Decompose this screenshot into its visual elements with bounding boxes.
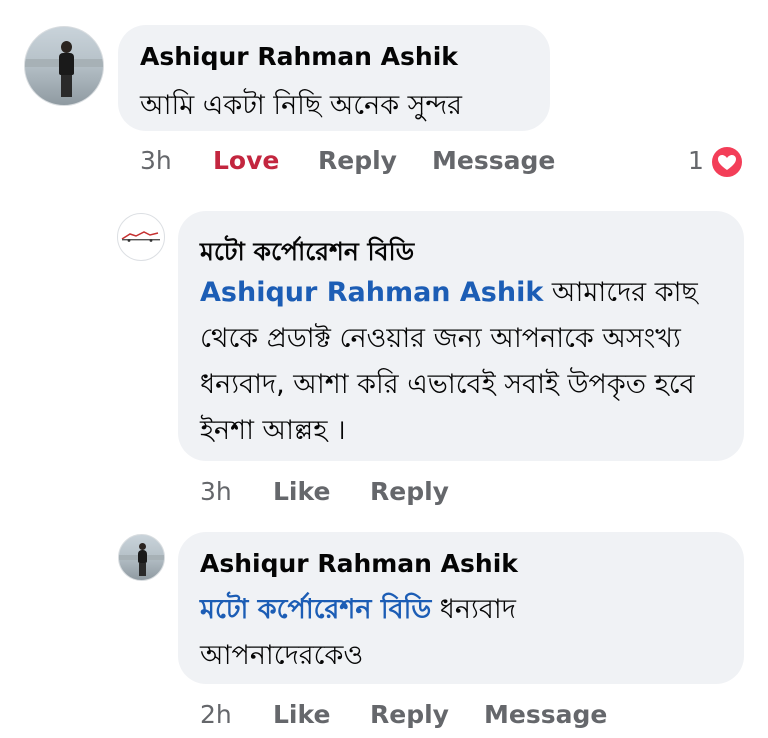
avatar-head	[61, 41, 72, 53]
reply-button[interactable]: Reply	[318, 146, 397, 175]
avatar-legs	[139, 563, 146, 576]
avatar-torso	[59, 53, 74, 75]
avatar-head	[139, 543, 146, 550]
comment-author[interactable]: মটো কর্পোরেশন বিডি	[200, 232, 414, 275]
comment-bubble: Ashiqur Rahman Ashik মটো কর্পোরেশন বিডি …	[178, 532, 744, 684]
comment-author[interactable]: Ashiqur Rahman Ashik	[200, 549, 518, 578]
reply-button[interactable]: Reply	[370, 477, 449, 506]
comment-text: আমি একটা নিছি অনেক সুন্দর	[140, 90, 463, 121]
comment-text: Ashiqur Rahman Ashik আমাদের কাছ থেকে প্র…	[200, 270, 730, 454]
avatar-legs	[61, 75, 72, 97]
comment-time[interactable]: 2h	[200, 700, 232, 729]
like-button[interactable]: Like	[273, 477, 330, 506]
comment-bubble: Ashiqur Rahman Ashik আমি একটা নিছি অনেক …	[118, 25, 550, 131]
reaction-count[interactable]: 1	[688, 146, 704, 175]
comment-text: মটো কর্পোরেশন বিডি ধন্যবাদ আপনাদেরকেও	[200, 587, 620, 679]
comment-time[interactable]: 3h	[140, 146, 172, 175]
comment-author[interactable]: Ashiqur Rahman Ashik	[140, 42, 458, 71]
message-button[interactable]: Message	[432, 146, 555, 175]
message-button[interactable]: Message	[484, 700, 607, 729]
avatar[interactable]	[117, 213, 165, 261]
avatar-torso	[138, 550, 147, 563]
avatar[interactable]	[118, 534, 165, 581]
comment-time[interactable]: 3h	[200, 477, 232, 506]
mention-link[interactable]: Ashiqur Rahman Ashik	[200, 277, 543, 308]
heart-icon[interactable]	[710, 145, 744, 179]
like-button[interactable]: Like	[273, 700, 330, 729]
comment-bubble: মটো কর্পোরেশন বিডি Ashiqur Rahman Ashik …	[178, 211, 744, 461]
reply-button[interactable]: Reply	[370, 700, 449, 729]
love-button[interactable]: Love	[213, 146, 279, 175]
company-logo-icon	[121, 231, 160, 242]
avatar[interactable]	[24, 26, 104, 106]
mention-link[interactable]: মটো কর্পোরেশন বিডি	[200, 594, 431, 625]
